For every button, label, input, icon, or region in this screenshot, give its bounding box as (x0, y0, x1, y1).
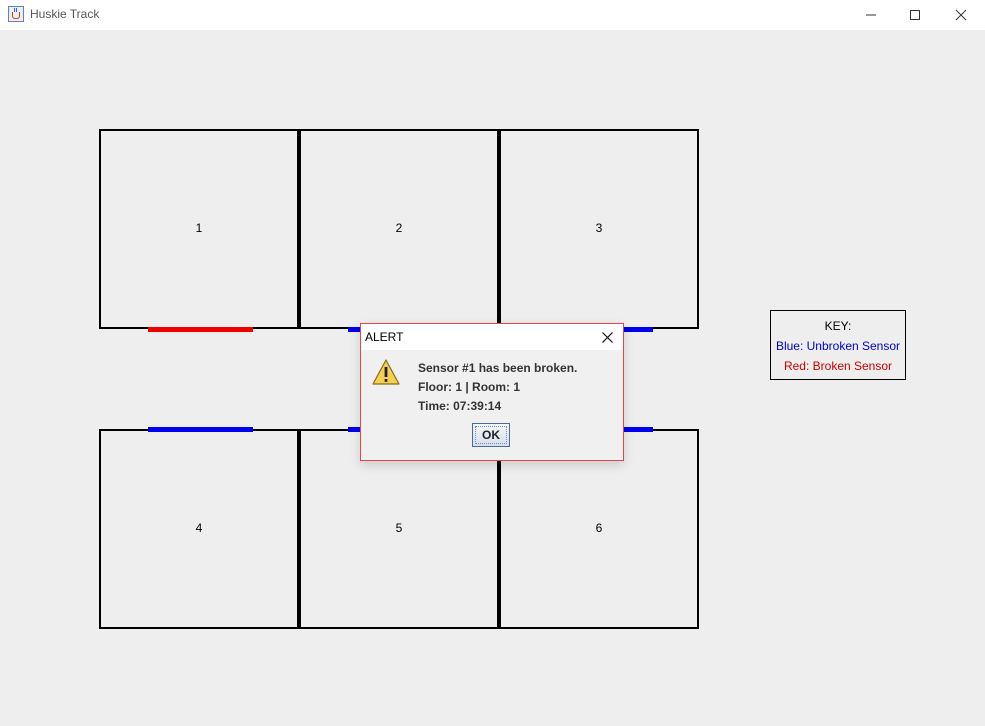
room-label: 1 (195, 221, 203, 235)
warning-icon (372, 359, 400, 385)
sensor-room-1 (148, 327, 253, 332)
room-label: 6 (595, 521, 603, 535)
dialog-title-bar[interactable]: ALERT (361, 324, 623, 350)
room-label: 3 (595, 221, 603, 235)
room-2: 2 (299, 129, 499, 329)
java-cup-icon (8, 6, 24, 22)
minimize-button[interactable] (848, 0, 894, 30)
close-icon (955, 9, 967, 21)
alert-dialog: ALERT Sensor #1 has been broken. Floor: … (360, 323, 624, 461)
maximize-icon (910, 10, 920, 20)
room-label: 2 (395, 221, 403, 235)
ok-button[interactable]: OK (472, 423, 510, 447)
alert-message: Sensor #1 has been broken. (418, 361, 578, 375)
sensor-key-legend: KEY: Blue: Unbroken Sensor Red: Broken S… (770, 310, 906, 380)
alert-location: Floor: 1 | Room: 1 (418, 380, 521, 394)
sensor-room-4 (148, 427, 253, 432)
dialog-close-button[interactable] (597, 328, 617, 346)
minimize-icon (866, 14, 876, 16)
maximize-button[interactable] (892, 0, 938, 30)
dialog-title: ALERT (365, 330, 404, 344)
room-4: 4 (99, 429, 299, 629)
close-icon (602, 332, 613, 343)
window-title: Huskie Track (30, 7, 100, 21)
close-window-button[interactable] (938, 0, 984, 30)
title-bar[interactable]: Huskie Track (0, 0, 985, 30)
app-window: Huskie Track 1 2 3 4 5 6 KEY: Blue: Unbr… (0, 0, 985, 726)
key-broken-entry: Red: Broken Sensor (783, 359, 893, 373)
room-label: 5 (395, 521, 403, 535)
key-unbroken-entry: Blue: Unbroken Sensor (775, 339, 901, 353)
room-label: 4 (195, 521, 203, 535)
alert-time: Time: 07:39:14 (418, 399, 502, 413)
room-3: 3 (499, 129, 699, 329)
room-1: 1 (99, 129, 299, 329)
key-title: KEY: (824, 319, 852, 333)
